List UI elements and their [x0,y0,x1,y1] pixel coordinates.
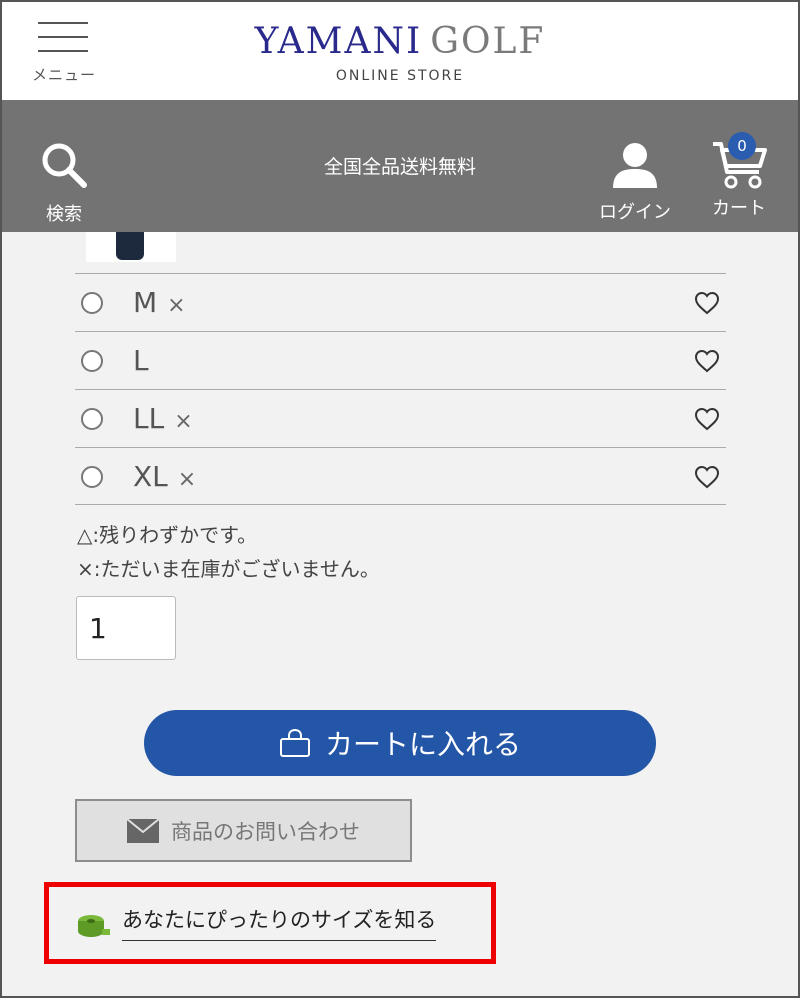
menu-button[interactable]: メニュー [28,18,100,84]
size-option[interactable]: XL × [75,447,726,505]
cart-label: カート [712,198,766,219]
top-header: メニュー YAMANI GOLF ONLINE STORE [0,0,800,100]
add-to-cart-button[interactable]: カートに入れる [144,710,656,776]
size-label: L [133,344,149,377]
size-radio[interactable] [81,408,103,430]
size-option[interactable]: M × [75,273,726,331]
size-guide-label: あなたにぴったりのサイズを知る [122,904,437,941]
garment-image [116,232,144,260]
cart-button[interactable]: 0 カート [700,132,778,220]
size-option[interactable]: L [75,331,726,389]
size-label: LL [133,402,165,435]
heart-icon[interactable] [694,406,720,432]
size-guide-link[interactable]: あなたにぴったりのサイズを知る [76,904,437,941]
size-radio[interactable] [81,466,103,488]
add-to-cart-label: カートに入れる [324,728,521,761]
cart-count-badge: 0 [728,132,756,160]
size-option[interactable]: LL × [75,389,726,447]
size-label: XL [133,460,168,493]
login-label: ログイン [599,202,671,223]
size-radio[interactable] [81,350,103,372]
stock-mark: × [177,467,197,492]
menu-label: メニュー [31,66,96,84]
stock-legend: △:残りわずかです。 ×:ただいま在庫がございません。 [77,518,380,586]
size-label: M [133,286,158,319]
logo-tagline: ONLINE STORE [335,68,465,84]
stock-mark: × [174,409,193,434]
stock-mark: × [167,293,186,318]
size-radio[interactable] [81,292,103,314]
user-icon [613,143,657,188]
mail-icon [127,818,159,843]
legend-out-of-stock: ×:ただいま在庫がございません。 [77,557,380,581]
site-logo[interactable]: YAMANI GOLF ONLINE STORE [240,21,560,85]
inquiry-label: 商品のお問い合わせ [171,819,360,844]
promo-text: 全国全品送料無料 [323,156,476,178]
search-icon [42,143,87,188]
size-list: M × L LL × XL × [75,273,726,505]
login-button[interactable]: ログイン [592,142,678,224]
heart-icon[interactable] [694,290,720,316]
hamburger-icon [38,22,88,64]
heart-icon[interactable] [694,464,720,490]
search-button[interactable]: 検索 [30,140,98,226]
nav-bar: 検索 全国全品送料無料 ログイン 0 カート [0,100,800,232]
product-inquiry-button[interactable]: 商品のお問い合わせ [75,799,412,862]
logo-secondary: GOLF [430,21,546,62]
legend-few-left: △:残りわずかです。 [77,523,258,547]
heart-icon[interactable] [694,348,720,374]
product-thumbnail[interactable] [86,232,176,262]
logo-primary: YAMANI [254,21,423,62]
measuring-tape-icon [76,912,110,940]
shopping-bag-icon [279,728,311,758]
quantity-input[interactable] [76,596,176,660]
search-label: 検索 [46,204,82,225]
